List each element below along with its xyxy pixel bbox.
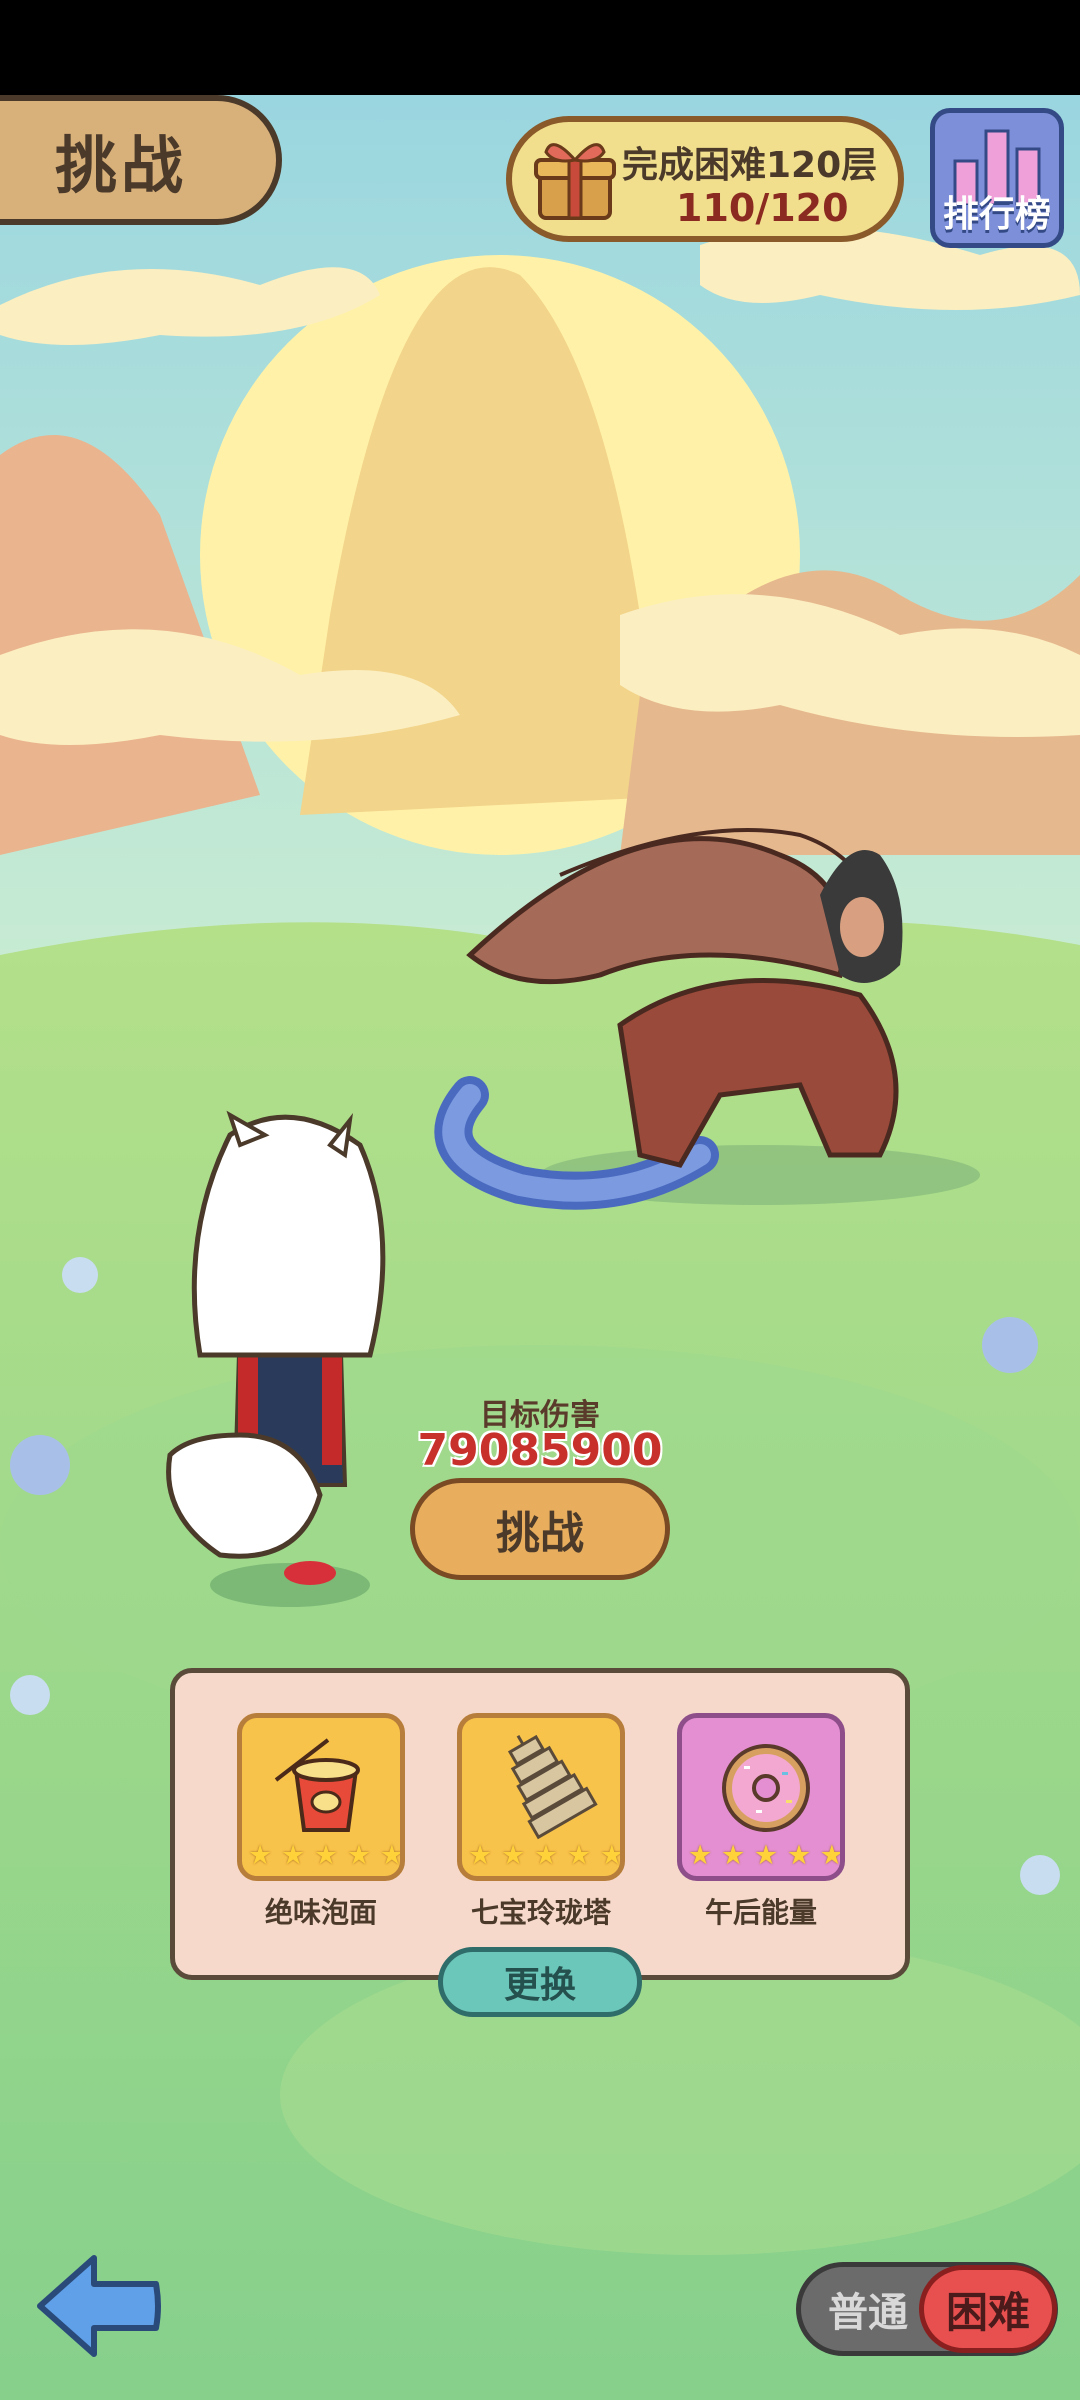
swap-items-button[interactable]: 更换 bbox=[438, 1947, 642, 2017]
item-slot-3[interactable]: ★ ★ ★ ★ ★ 午后能量 bbox=[677, 1713, 845, 1931]
items-panel: ★ ★ ★ ★ ★ 绝味泡面 ★ ★ ★ ★ ★ 七宝玲珑塔 ★ ★ ★ ★ ★… bbox=[170, 1668, 910, 1980]
item-2-frame: ★ ★ ★ ★ ★ bbox=[457, 1713, 625, 1881]
difficulty-toggle: 普通 困难 bbox=[796, 2262, 1058, 2356]
item-1-name: 绝味泡面 bbox=[264, 1896, 377, 1929]
mode-title: 挑战 bbox=[54, 129, 187, 202]
leaderboard-label: 排行榜 bbox=[942, 194, 1051, 235]
item-slot-1[interactable]: ★ ★ ★ ★ ★ 绝味泡面 bbox=[237, 1713, 405, 1931]
item-3-name: 午后能量 bbox=[704, 1896, 817, 1929]
star-icon: ★ bbox=[720, 1840, 746, 1871]
star-icon: ★ bbox=[379, 1840, 404, 1871]
target-damage-value: 79085900 bbox=[417, 1425, 663, 1476]
back-arrow-icon[interactable] bbox=[34, 2250, 164, 2360]
item-1-frame: ★ ★ ★ ★ ★ bbox=[237, 1713, 405, 1881]
star-icon: ★ bbox=[500, 1840, 526, 1871]
swap-button-label: 更换 bbox=[503, 1965, 576, 2006]
item-3-stars: ★ ★ ★ ★ ★ bbox=[688, 1840, 844, 1871]
star-icon: ★ bbox=[313, 1840, 339, 1871]
battle-scene-background bbox=[0, 95, 1080, 2400]
challenge-button-label: 挑战 bbox=[496, 1508, 584, 1559]
task-progress: 110/120 bbox=[676, 186, 849, 230]
task-title: 完成困难120层 bbox=[622, 145, 878, 186]
item-1-stars: ★ ★ ★ ★ ★ bbox=[248, 1840, 404, 1871]
star-icon: ★ bbox=[468, 1840, 493, 1871]
mode-title-tab: 挑战 bbox=[0, 95, 282, 225]
item-2-stars: ★ ★ ★ ★ ★ bbox=[468, 1840, 624, 1871]
star-icon: ★ bbox=[753, 1840, 779, 1871]
star-icon: ★ bbox=[248, 1840, 273, 1871]
gift-icon bbox=[534, 143, 616, 220]
item-2-name: 七宝玲珑塔 bbox=[470, 1896, 611, 1929]
star-icon: ★ bbox=[533, 1840, 559, 1871]
status-bar bbox=[0, 0, 1080, 95]
item-3-frame: ★ ★ ★ ★ ★ bbox=[677, 1713, 845, 1881]
leaderboard-button[interactable]: 排行榜 bbox=[930, 108, 1064, 248]
challenge-button[interactable]: 挑战 bbox=[410, 1478, 670, 1580]
star-icon: ★ bbox=[346, 1840, 372, 1871]
pagoda-icon bbox=[507, 1734, 598, 1840]
star-icon: ★ bbox=[786, 1840, 812, 1871]
star-icon: ★ bbox=[688, 1840, 713, 1871]
star-icon: ★ bbox=[599, 1840, 624, 1871]
star-icon: ★ bbox=[280, 1840, 306, 1871]
star-icon: ★ bbox=[566, 1840, 592, 1871]
mode-hard-option[interactable]: 困难 bbox=[919, 2265, 1057, 2353]
mode-normal-option[interactable]: 普通 bbox=[813, 2267, 923, 2351]
item-slot-2[interactable]: ★ ★ ★ ★ ★ 七宝玲珑塔 bbox=[457, 1713, 625, 1931]
task-progress-pill[interactable]: 完成困难120层 110/120 bbox=[506, 116, 904, 242]
instant-noodles-icon bbox=[274, 1738, 360, 1832]
donut-icon bbox=[722, 1744, 810, 1832]
star-icon: ★ bbox=[819, 1840, 844, 1871]
